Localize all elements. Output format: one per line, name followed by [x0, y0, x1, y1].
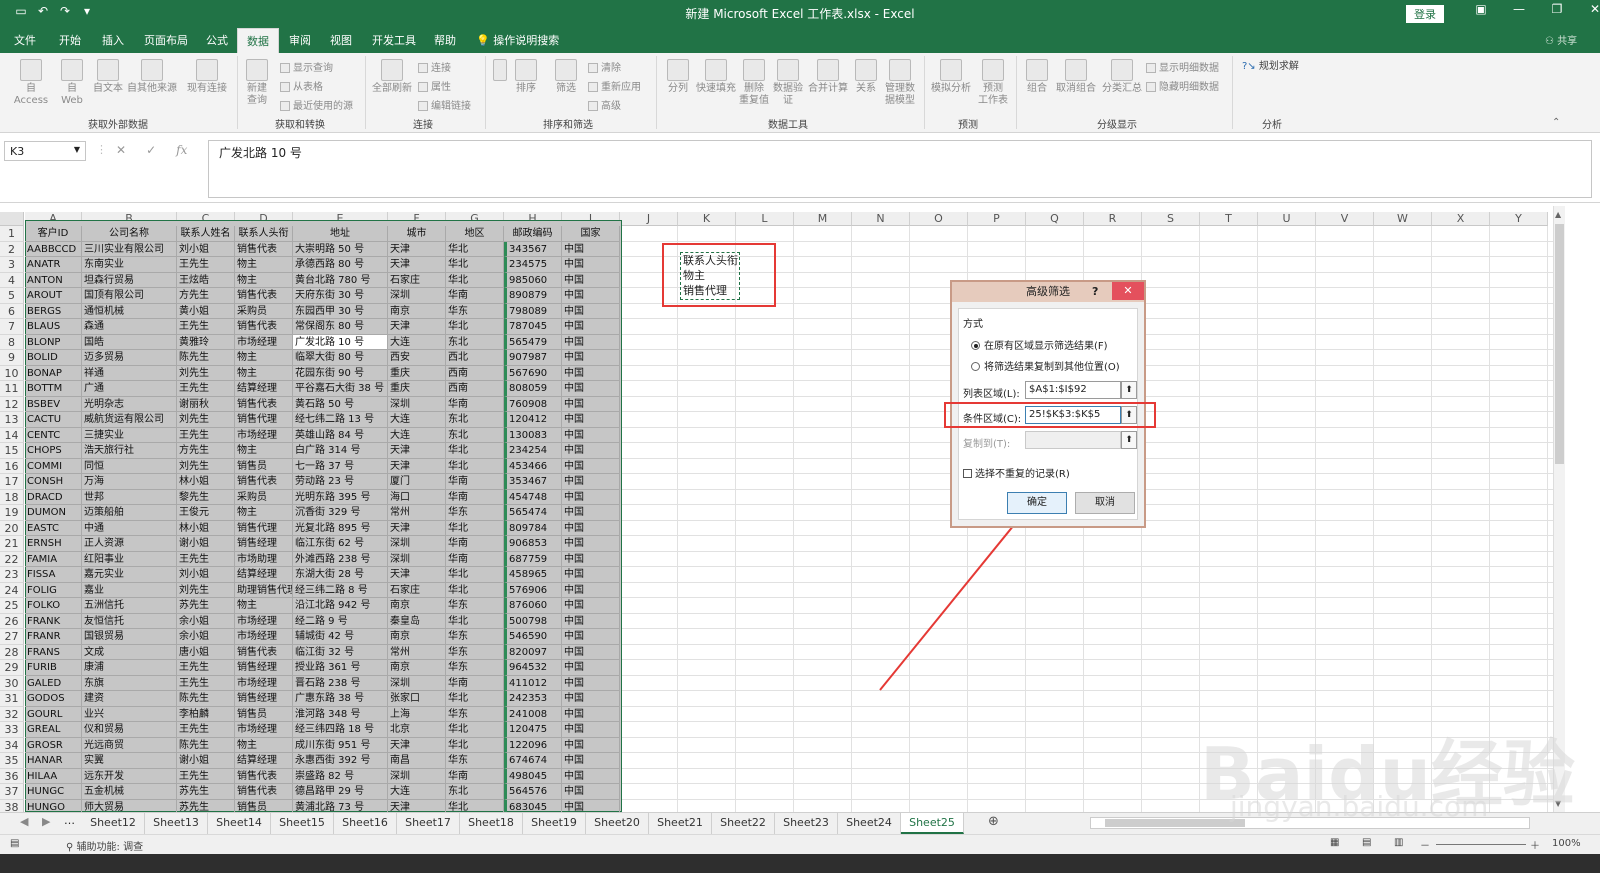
normal-view-icon[interactable]: ▦ — [1330, 837, 1339, 848]
sheet-tab-sheet16[interactable]: Sheet16 — [334, 813, 397, 834]
dialog-close-icon[interactable]: ✕ — [1112, 282, 1144, 300]
radio-icon — [971, 341, 980, 350]
cancel-button[interactable]: 取消 — [1075, 492, 1135, 514]
sheet-tab-sheet17[interactable]: Sheet17 — [397, 813, 460, 834]
accessibility-status[interactable]: ⚲ 辅助功能: 调查 — [66, 838, 143, 853]
windows-taskbar — [0, 854, 1600, 873]
help-icon[interactable]: ? — [1092, 282, 1098, 302]
sheet-tab-sheet20[interactable]: Sheet20 — [586, 813, 649, 834]
list-range-input[interactable]: $A$1:$I$92 — [1025, 381, 1121, 399]
range-picker-icon: ⬆ — [1121, 431, 1137, 449]
ok-button[interactable]: 确定 — [1007, 492, 1067, 514]
sheet-tab-sheet13[interactable]: Sheet13 — [145, 813, 208, 834]
sheet-tab-sheet18[interactable]: Sheet18 — [460, 813, 523, 834]
zoom-out-icon[interactable]: － — [1420, 837, 1430, 852]
next-sheet-icon[interactable]: ▶ — [42, 815, 50, 828]
criteria-field-highlight-box — [944, 402, 1156, 428]
list-range-label: 列表区域(L): — [963, 389, 1020, 400]
sheet-tab-sheet19[interactable]: Sheet19 — [523, 813, 586, 834]
prev-sheet-icon[interactable]: ◀ — [20, 815, 28, 828]
add-sheet-icon[interactable]: ⊕ — [988, 814, 999, 829]
status-bar: ▤ ⚲ 辅助功能: 调查 ▦ ▤ ▥ － ＋ 100% — [0, 834, 1600, 854]
hscroll-thumb[interactable] — [1105, 819, 1245, 827]
dialog-title: 高级筛选 — [1026, 285, 1070, 298]
copy-to-label: 复制到(T): — [963, 439, 1011, 450]
zoom-in-icon[interactable]: ＋ — [1530, 837, 1540, 852]
accessibility-icon: ⚲ — [66, 842, 74, 853]
sheet-tab-sheet15[interactable]: Sheet15 — [271, 813, 334, 834]
sheet-tab-sheet23[interactable]: Sheet23 — [775, 813, 838, 834]
zoom-level[interactable]: 100% — [1552, 838, 1581, 849]
range-picker-icon[interactable]: ⬆ — [1121, 381, 1137, 399]
sheet-tab-sheet24[interactable]: Sheet24 — [838, 813, 901, 834]
more-sheets-icon[interactable]: … — [64, 814, 75, 827]
sheet-tab-sheet22[interactable]: Sheet22 — [712, 813, 775, 834]
sheet-tab-sheet25[interactable]: Sheet25 — [901, 813, 964, 834]
sheet-tab-sheet14[interactable]: Sheet14 — [208, 813, 271, 834]
page-layout-view-icon[interactable]: ▤ — [1362, 837, 1371, 848]
zoom-slider[interactable] — [1436, 844, 1526, 845]
sheet-tab-sheet21[interactable]: Sheet21 — [649, 813, 712, 834]
radio-icon — [971, 362, 980, 371]
page-break-view-icon[interactable]: ▥ — [1394, 837, 1403, 848]
mode-label: 方式 — [963, 319, 983, 330]
option-copy[interactable]: 将筛选结果复制到其他位置(O) — [971, 358, 1120, 373]
checkbox-icon — [963, 469, 972, 478]
watermark-url: jingyan.baidu.com — [1230, 790, 1489, 823]
macro-record-icon[interactable]: ▤ — [10, 838, 19, 849]
copy-to-input — [1025, 431, 1121, 449]
option-in-place[interactable]: 在原有区域显示筛选结果(F) — [971, 337, 1108, 352]
sheet-tab-sheet12[interactable]: Sheet12 — [82, 813, 145, 834]
unique-records-checkbox[interactable]: 选择不重复的记录(R) — [963, 465, 1070, 480]
dialog-title-bar: 高级筛选 ? ✕ — [952, 282, 1144, 302]
